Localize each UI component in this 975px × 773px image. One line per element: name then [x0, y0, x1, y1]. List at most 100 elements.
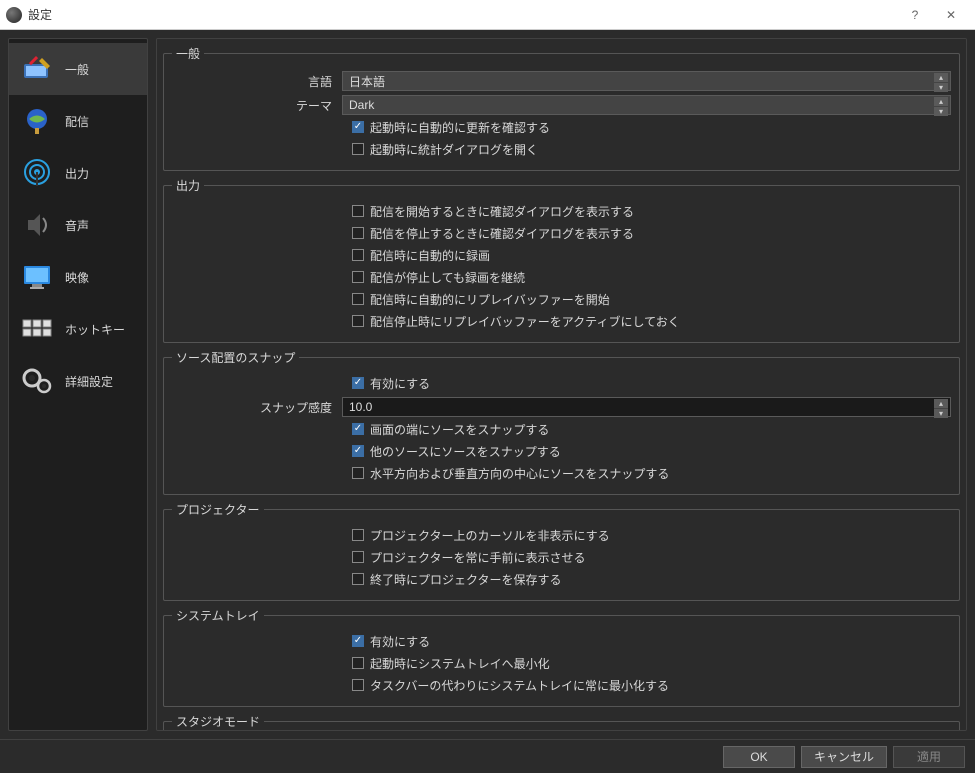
sidebar-item-label: 出力	[65, 165, 89, 182]
checkbox-label: 配信時に自動的に録画	[370, 247, 490, 264]
cancel-button[interactable]: キャンセル	[801, 746, 887, 768]
sidebar-item-general[interactable]: 一般	[9, 43, 147, 95]
systray-minimize-start-checkbox[interactable]: 起動時にシステムトレイへ最小化	[352, 652, 951, 674]
projector-always-top-checkbox[interactable]: プロジェクターを常に手前に表示させる	[352, 546, 951, 568]
theme-label: テーマ	[172, 97, 342, 114]
systray-minimize-always-checkbox[interactable]: タスクバーの代わりにシステムトレイに常に最小化する	[352, 674, 951, 696]
checkbox-label: 起動時に統計ダイアログを開く	[370, 141, 538, 158]
checkbox-label: 配信を開始するときに確認ダイアログを表示する	[370, 203, 634, 220]
language-label: 言語	[172, 73, 342, 90]
confirm-start-stream-checkbox[interactable]: 配信を開始するときに確認ダイアログを表示する	[352, 200, 951, 222]
checkbox-label: 画面の端にソースをスナップする	[370, 421, 549, 438]
chevron-down-icon[interactable]: ▾	[934, 107, 948, 116]
checkbox-label: 配信が停止しても録画を継続	[370, 269, 525, 286]
keep-recording-checkbox[interactable]: 配信が停止しても録画を継続	[352, 266, 951, 288]
snap-enable-checkbox[interactable]: 有効にする	[352, 372, 951, 394]
snap-sensitivity-input[interactable]: 10.0 ▴▾	[342, 397, 951, 417]
chevron-down-icon[interactable]: ▾	[934, 83, 948, 92]
projector-hide-cursor-checkbox[interactable]: プロジェクター上のカーソルを非表示にする	[352, 524, 951, 546]
chevron-down-icon[interactable]: ▾	[934, 409, 948, 418]
group-title: システムトレイ	[172, 607, 264, 624]
button-bar: OK キャンセル 適用	[0, 739, 975, 773]
checkbox-icon	[352, 205, 364, 217]
group-output: 出力 配信を開始するときに確認ダイアログを表示する 配信を停止するときに確認ダイ…	[163, 177, 960, 343]
language-value: 日本語	[349, 73, 385, 90]
language-select[interactable]: 日本語 ▴▾	[342, 71, 951, 91]
checkbox-icon	[352, 679, 364, 691]
checkbox-icon	[352, 377, 364, 389]
theme-select[interactable]: Dark ▴▾	[342, 95, 951, 115]
sidebar-item-label: 配信	[65, 113, 89, 130]
checkbox-icon	[352, 467, 364, 479]
checkbox-icon	[352, 293, 364, 305]
checkbox-icon	[352, 271, 364, 283]
checkbox-label: 配信時に自動的にリプレイバッファーを開始	[370, 291, 610, 308]
sidebar-item-video[interactable]: 映像	[9, 251, 147, 303]
snap-other-sources-checkbox[interactable]: 他のソースにソースをスナップする	[352, 440, 951, 462]
sidebar-item-label: 映像	[65, 269, 89, 286]
checkbox-label: プロジェクター上のカーソルを非表示にする	[370, 527, 610, 544]
checkbox-icon	[352, 635, 364, 647]
checkbox-icon	[352, 423, 364, 435]
chevron-up-icon[interactable]: ▴	[934, 73, 948, 83]
sidebar-item-output[interactable]: 出力	[9, 147, 147, 199]
ok-button[interactable]: OK	[723, 746, 795, 768]
checkbox-label: 起動時にシステムトレイへ最小化	[370, 655, 550, 672]
checkbox-icon	[352, 143, 364, 155]
gear-icon	[19, 365, 55, 397]
group-projector: プロジェクター プロジェクター上のカーソルを非表示にする プロジェクターを常に手…	[163, 501, 960, 601]
snap-sensitivity-value: 10.0	[349, 400, 372, 414]
checkbox-icon	[352, 529, 364, 541]
checkbox-label: 終了時にプロジェクターを保存する	[370, 571, 562, 588]
sidebar: 一般 配信 出力 音声 映像	[8, 38, 148, 731]
checkbox-icon	[352, 551, 364, 563]
open-stats-checkbox[interactable]: 起動時に統計ダイアログを開く	[352, 138, 951, 160]
systray-enable-checkbox[interactable]: 有効にする	[352, 630, 951, 652]
sidebar-item-audio[interactable]: 音声	[9, 199, 147, 251]
checkbox-label: 有効にする	[370, 633, 430, 650]
sidebar-item-hotkeys[interactable]: ホットキー	[9, 303, 147, 355]
sidebar-item-label: 音声	[65, 217, 89, 234]
auto-record-checkbox[interactable]: 配信時に自動的に録画	[352, 244, 951, 266]
snap-center-checkbox[interactable]: 水平方向および垂直方向の中心にソースをスナップする	[352, 462, 951, 484]
group-title: ソース配置のスナップ	[172, 349, 299, 366]
checkbox-icon	[352, 657, 364, 669]
help-button[interactable]: ?	[897, 0, 933, 30]
theme-value: Dark	[349, 98, 374, 112]
group-title: 一般	[172, 45, 204, 62]
group-general: 一般 言語 日本語 ▴▾ テーマ Dark ▴▾	[163, 45, 960, 171]
keep-replay-buffer-checkbox[interactable]: 配信停止時にリプレイバッファーをアクティブにしておく	[352, 310, 951, 332]
snap-screen-edge-checkbox[interactable]: 画面の端にソースをスナップする	[352, 418, 951, 440]
checkbox-label: 配信を停止するときに確認ダイアログを表示する	[370, 225, 634, 242]
checkbox-icon	[352, 315, 364, 327]
auto-replay-buffer-checkbox[interactable]: 配信時に自動的にリプレイバッファーを開始	[352, 288, 951, 310]
checkbox-label: 配信停止時にリプレイバッファーをアクティブにしておく	[370, 313, 680, 330]
auto-update-checkbox[interactable]: 起動時に自動的に更新を確認する	[352, 116, 951, 138]
checkbox-icon	[352, 121, 364, 133]
window-title: 設定	[28, 6, 897, 23]
window-body: 一般 配信 出力 音声 映像	[0, 30, 975, 739]
close-button[interactable]: ✕	[933, 0, 969, 30]
speaker-icon	[19, 209, 55, 241]
sidebar-item-advanced[interactable]: 詳細設定	[9, 355, 147, 407]
checkbox-label: 他のソースにソースをスナップする	[370, 443, 561, 460]
monitor-icon	[19, 261, 55, 293]
chevron-up-icon[interactable]: ▴	[934, 97, 948, 107]
group-title: プロジェクター	[172, 501, 264, 518]
chevron-up-icon[interactable]: ▴	[934, 399, 948, 409]
checkbox-label: プロジェクターを常に手前に表示させる	[370, 549, 586, 566]
checkbox-icon	[352, 573, 364, 585]
group-title: 出力	[172, 177, 204, 194]
wrench-icon	[19, 53, 55, 85]
checkbox-icon	[352, 227, 364, 239]
sidebar-item-stream[interactable]: 配信	[9, 95, 147, 147]
checkbox-icon	[352, 445, 364, 457]
sidebar-item-label: 一般	[65, 61, 89, 78]
app-icon	[6, 7, 22, 23]
checkbox-label: 水平方向および垂直方向の中心にソースをスナップする	[370, 465, 669, 482]
confirm-stop-stream-checkbox[interactable]: 配信を停止するときに確認ダイアログを表示する	[352, 222, 951, 244]
checkbox-label: 起動時に自動的に更新を確認する	[370, 119, 550, 136]
projector-save-on-exit-checkbox[interactable]: 終了時にプロジェクターを保存する	[352, 568, 951, 590]
checkbox-label: タスクバーの代わりにシステムトレイに常に最小化する	[370, 677, 669, 694]
apply-button[interactable]: 適用	[893, 746, 965, 768]
